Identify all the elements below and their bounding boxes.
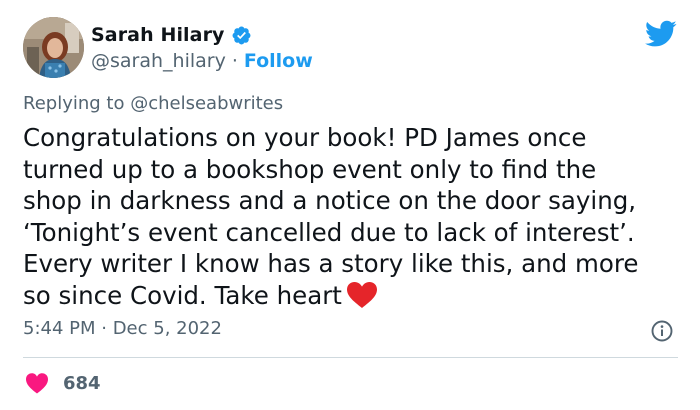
tweet-card: Sarah Hilary @sarah_hilary · Follow Repl… bbox=[0, 0, 700, 410]
like-count: 684 bbox=[63, 372, 101, 394]
heart-icon bbox=[26, 373, 48, 394]
info-icon[interactable] bbox=[650, 319, 674, 343]
tweet-body: Congratulations on your book! PD James o… bbox=[23, 122, 688, 311]
divider bbox=[23, 357, 678, 358]
verified-badge-icon bbox=[231, 25, 252, 46]
follow-button[interactable]: Follow bbox=[244, 50, 313, 72]
tweet-timestamp[interactable]: 5:44 PM · Dec 5, 2022 bbox=[23, 318, 222, 339]
avatar[interactable] bbox=[23, 17, 84, 78]
author-name-row: Sarah Hilary bbox=[91, 22, 252, 48]
avatar-photo bbox=[23, 17, 84, 78]
author-handle-row: @sarah_hilary · Follow bbox=[91, 49, 313, 73]
like-button[interactable]: 684 bbox=[25, 371, 101, 395]
replying-to-label: Replying to bbox=[23, 93, 131, 114]
twitter-bird-icon[interactable] bbox=[644, 20, 677, 48]
red-heart-emoji-icon bbox=[346, 281, 378, 309]
tweet-text: Congratulations on your book! PD James o… bbox=[23, 123, 639, 310]
replying-to: Replying to @chelseabwrites bbox=[23, 93, 283, 114]
reply-mention-link[interactable]: @chelseabwrites bbox=[130, 93, 283, 114]
author-handle[interactable]: @sarah_hilary bbox=[91, 50, 226, 72]
separator-dot: · bbox=[231, 50, 238, 72]
author-display-name[interactable]: Sarah Hilary bbox=[91, 24, 225, 46]
